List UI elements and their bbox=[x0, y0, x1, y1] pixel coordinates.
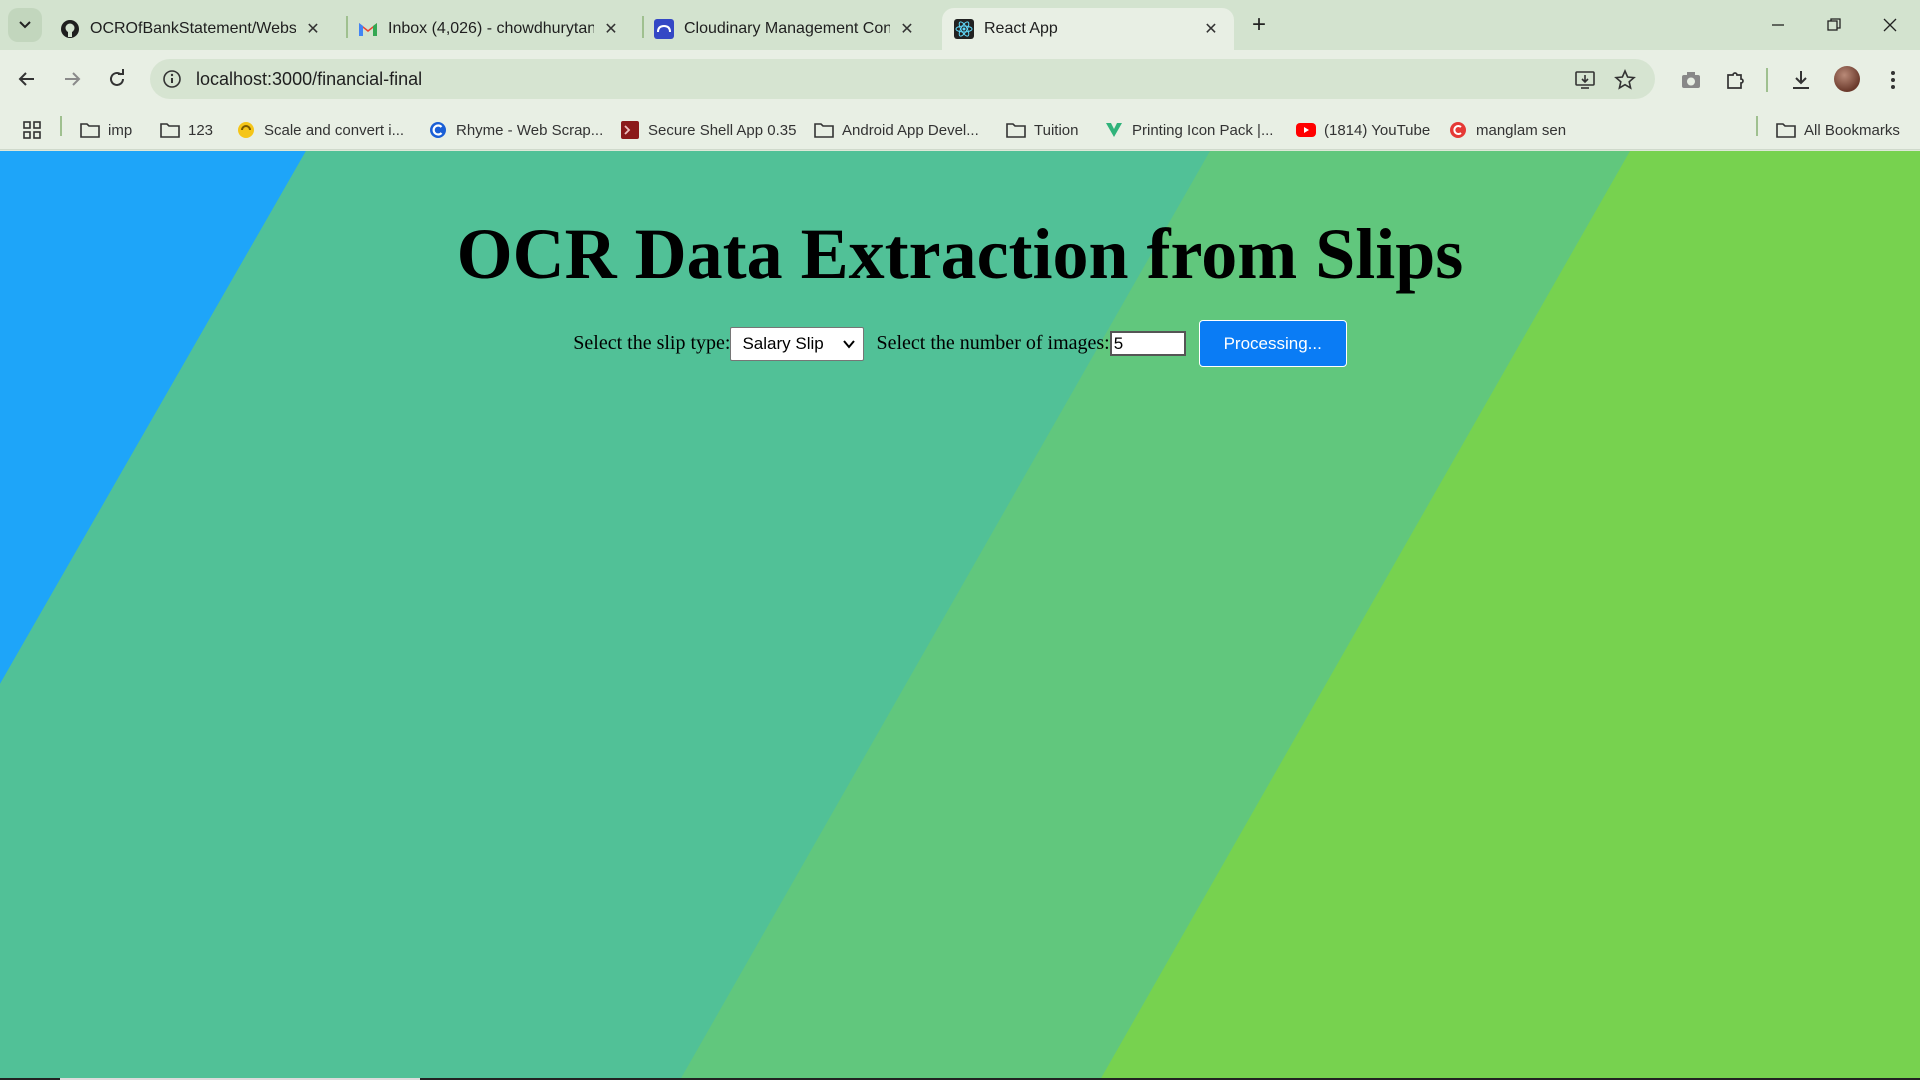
close-icon[interactable]: ✕ bbox=[1200, 18, 1222, 40]
bookmark-rhyme[interactable]: Rhyme - Web Scrap... bbox=[428, 119, 603, 141]
page-title: OCR Data Extraction from Slips bbox=[456, 214, 1464, 294]
bookmark-123[interactable]: 123 bbox=[160, 119, 213, 141]
bookmark-label: Tuition bbox=[1034, 121, 1079, 139]
slip-type-select[interactable]: Salary Slip bbox=[730, 326, 865, 361]
minimize-button[interactable] bbox=[1750, 0, 1806, 50]
folder-icon bbox=[80, 120, 100, 140]
install-app-icon[interactable] bbox=[1574, 69, 1596, 91]
tab-title: Cloudinary Management Conso bbox=[684, 20, 890, 37]
tab-github[interactable]: OCROfBankStatement/Website_ ✕ bbox=[48, 8, 336, 50]
all-bookmarks-button[interactable]: All Bookmarks bbox=[1776, 119, 1900, 141]
tab-title: React App bbox=[984, 20, 1058, 37]
arrow-left-icon bbox=[18, 72, 34, 86]
close-icon[interactable]: ✕ bbox=[896, 18, 918, 40]
tab-title: OCROfBankStatement/Website_ bbox=[90, 20, 296, 37]
folder-icon bbox=[1006, 120, 1026, 140]
close-icon[interactable]: ✕ bbox=[600, 18, 622, 40]
all-bookmarks-label: All Bookmarks bbox=[1804, 121, 1900, 139]
tab-search-button[interactable] bbox=[8, 8, 42, 42]
site-info-icon[interactable] bbox=[162, 69, 182, 89]
chevron-down-icon bbox=[19, 21, 31, 29]
bookmark-label: Rhyme - Web Scrap... bbox=[456, 121, 604, 139]
close-icon[interactable]: ✕ bbox=[302, 18, 324, 40]
num-images-value: 5 bbox=[1113, 333, 1124, 353]
tab-react-app[interactable]: React App ✕ bbox=[942, 8, 1234, 50]
bookmark-label: 123 bbox=[188, 121, 214, 139]
restore-icon bbox=[1827, 18, 1841, 31]
reload-icon bbox=[110, 69, 124, 86]
bookmark-tuition[interactable]: Tuition bbox=[1006, 119, 1078, 141]
processing-button[interactable]: Processing... bbox=[1198, 320, 1347, 367]
extensions-icon[interactable] bbox=[1722, 67, 1748, 93]
manglam-icon bbox=[1448, 120, 1468, 140]
bookmarks-separator bbox=[60, 116, 62, 136]
bookmark-label: manglam sen bbox=[1476, 121, 1567, 139]
url-text[interactable]: localhost:3000/financial-final bbox=[196, 69, 422, 90]
star-icon[interactable] bbox=[1614, 69, 1636, 91]
tab-title: Inbox (4,026) - chowdhurytanm bbox=[388, 20, 594, 37]
download-icon[interactable] bbox=[1788, 67, 1814, 93]
arrow-right-icon bbox=[65, 72, 81, 86]
bookmark-label: (1814) YouTube bbox=[1324, 121, 1431, 139]
bookmark-youtube[interactable]: (1814) YouTube bbox=[1296, 119, 1430, 141]
slip-type-value: Salary Slip bbox=[742, 333, 824, 353]
bookmark-scale-convert[interactable]: Scale and convert i... bbox=[236, 119, 404, 141]
youtube-icon bbox=[1296, 120, 1316, 140]
tab-strip: OCROfBankStatement/Website_ ✕ Inbox (4,0… bbox=[0, 0, 1920, 50]
bookmark-label: Secure Shell App 0.35 bbox=[648, 121, 797, 139]
ssh-icon bbox=[620, 120, 640, 140]
apps-grid-icon bbox=[22, 120, 42, 140]
avatar[interactable] bbox=[1834, 66, 1860, 92]
num-images-input[interactable]: 5 bbox=[1109, 331, 1186, 356]
bookmark-printing-icon-pack[interactable]: Printing Icon Pack |... bbox=[1104, 119, 1273, 141]
react-icon bbox=[954, 19, 974, 39]
gmail-icon bbox=[358, 19, 378, 39]
vuetify-icon bbox=[1104, 120, 1124, 140]
menu-icon[interactable] bbox=[1880, 67, 1906, 93]
form-controls: Select the slip type: Salary Slip Select… bbox=[0, 320, 1920, 367]
toolbar-separator bbox=[1766, 68, 1768, 92]
rhyme-icon bbox=[428, 120, 448, 140]
tab-gmail[interactable]: Inbox (4,026) - chowdhurytanm ✕ bbox=[346, 8, 634, 50]
bookmark-label: Android App Devel... bbox=[842, 121, 979, 139]
chevron-down-icon bbox=[843, 339, 856, 349]
close-icon bbox=[1883, 18, 1897, 32]
folder-icon bbox=[1776, 120, 1796, 140]
page-viewport: OCR Data Extraction from Slips Select th… bbox=[0, 151, 1920, 1080]
new-tab-button[interactable]: + bbox=[1244, 10, 1274, 40]
bookmark-manglam-sen[interactable]: manglam sen bbox=[1448, 119, 1566, 141]
bookmark-imp[interactable]: imp bbox=[80, 119, 132, 141]
reload-button[interactable] bbox=[100, 62, 134, 96]
folder-icon bbox=[814, 120, 834, 140]
num-images-label: Select the number of images: bbox=[876, 332, 1110, 354]
restore-button[interactable] bbox=[1806, 0, 1862, 50]
bookmarks-separator bbox=[1756, 116, 1758, 136]
folder-icon bbox=[160, 120, 180, 140]
address-bar[interactable]: localhost:3000/financial-final bbox=[150, 59, 1655, 99]
bookmark-label: Printing Icon Pack |... bbox=[1132, 121, 1274, 139]
slip-type-label: Select the slip type: bbox=[573, 332, 731, 354]
forward-button[interactable] bbox=[55, 62, 89, 96]
browser-toolbar: localhost:3000/financial-final bbox=[0, 50, 1920, 108]
github-icon bbox=[60, 19, 80, 39]
bookmark-label: Scale and convert i... bbox=[264, 121, 405, 139]
tab-cloudinary[interactable]: Cloudinary Management Conso ✕ bbox=[642, 8, 930, 50]
camera-icon[interactable] bbox=[1678, 67, 1704, 93]
bookmark-secure-shell[interactable]: Secure Shell App 0.35 bbox=[620, 119, 796, 141]
apps-button[interactable] bbox=[22, 119, 50, 141]
cloudinary-icon bbox=[654, 19, 674, 39]
close-window-button[interactable] bbox=[1862, 0, 1918, 50]
scale-icon bbox=[236, 120, 256, 140]
bookmark-label: imp bbox=[108, 121, 133, 139]
back-button[interactable] bbox=[10, 62, 44, 96]
bookmark-android[interactable]: Android App Devel... bbox=[814, 119, 979, 141]
minimize-icon bbox=[1772, 24, 1784, 26]
